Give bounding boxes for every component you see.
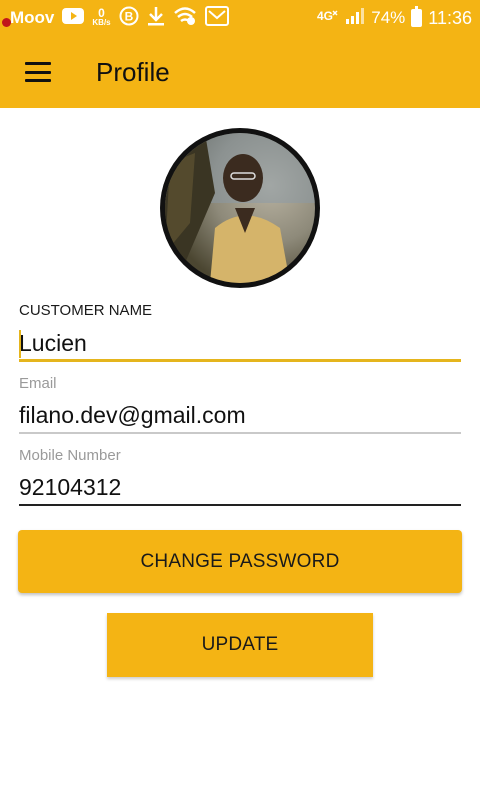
net-speed-value: 0 xyxy=(98,6,105,20)
hamburger-menu-icon[interactable] xyxy=(25,62,51,82)
app-bar: Profile xyxy=(0,36,480,108)
carrier-name: Moov xyxy=(10,8,55,27)
status-right: 4G 74% 11:36 xyxy=(317,6,472,30)
4g-icon: 4G xyxy=(317,7,339,30)
status-bar: Moov 0 KB/s B 4G 74% 11:36 xyxy=(0,0,480,36)
status-time: 11:36 xyxy=(428,7,472,28)
signal-icon xyxy=(345,7,365,30)
status-left: Moov 0 KB/s B xyxy=(8,5,229,31)
email-underline xyxy=(19,432,461,434)
data-speed-icon: 0 KB/s xyxy=(92,6,111,28)
svg-text:4G: 4G xyxy=(317,9,333,23)
wifi-icon xyxy=(173,6,197,31)
text-cursor xyxy=(19,330,21,358)
download-icon xyxy=(147,6,165,31)
gmail-icon xyxy=(204,5,229,31)
battery-icon xyxy=(411,6,423,27)
b-icon: B xyxy=(119,6,139,31)
net-speed-unit: KB/s xyxy=(92,18,111,27)
profile-avatar[interactable] xyxy=(160,128,320,288)
avatar-photo xyxy=(165,133,315,283)
update-button[interactable]: UPDATE xyxy=(107,613,373,677)
mobile-number-label: Mobile Number xyxy=(19,447,121,464)
customer-name-label: CUSTOMER NAME xyxy=(19,302,153,319)
mobile-number-underline xyxy=(19,504,461,506)
mobile-number-field[interactable]: 92104312 xyxy=(19,474,461,501)
change-password-button[interactable]: CHANGE PASSWORD xyxy=(18,530,462,593)
email-field[interactable]: filano.dev@gmail.com xyxy=(19,402,461,429)
page-title: Profile xyxy=(96,56,170,87)
email-label: Email xyxy=(19,375,57,392)
svg-text:B: B xyxy=(124,9,133,23)
customer-name-input[interactable]: Lucien xyxy=(19,330,461,357)
notification-dot xyxy=(2,18,11,27)
youtube-icon xyxy=(62,7,85,29)
profile-screen: Moov 0 KB/s B 4G 74% 11:36 Profile CUSTO… xyxy=(0,0,480,797)
customer-name-underline xyxy=(19,359,461,362)
battery-percent: 74% xyxy=(371,8,406,27)
